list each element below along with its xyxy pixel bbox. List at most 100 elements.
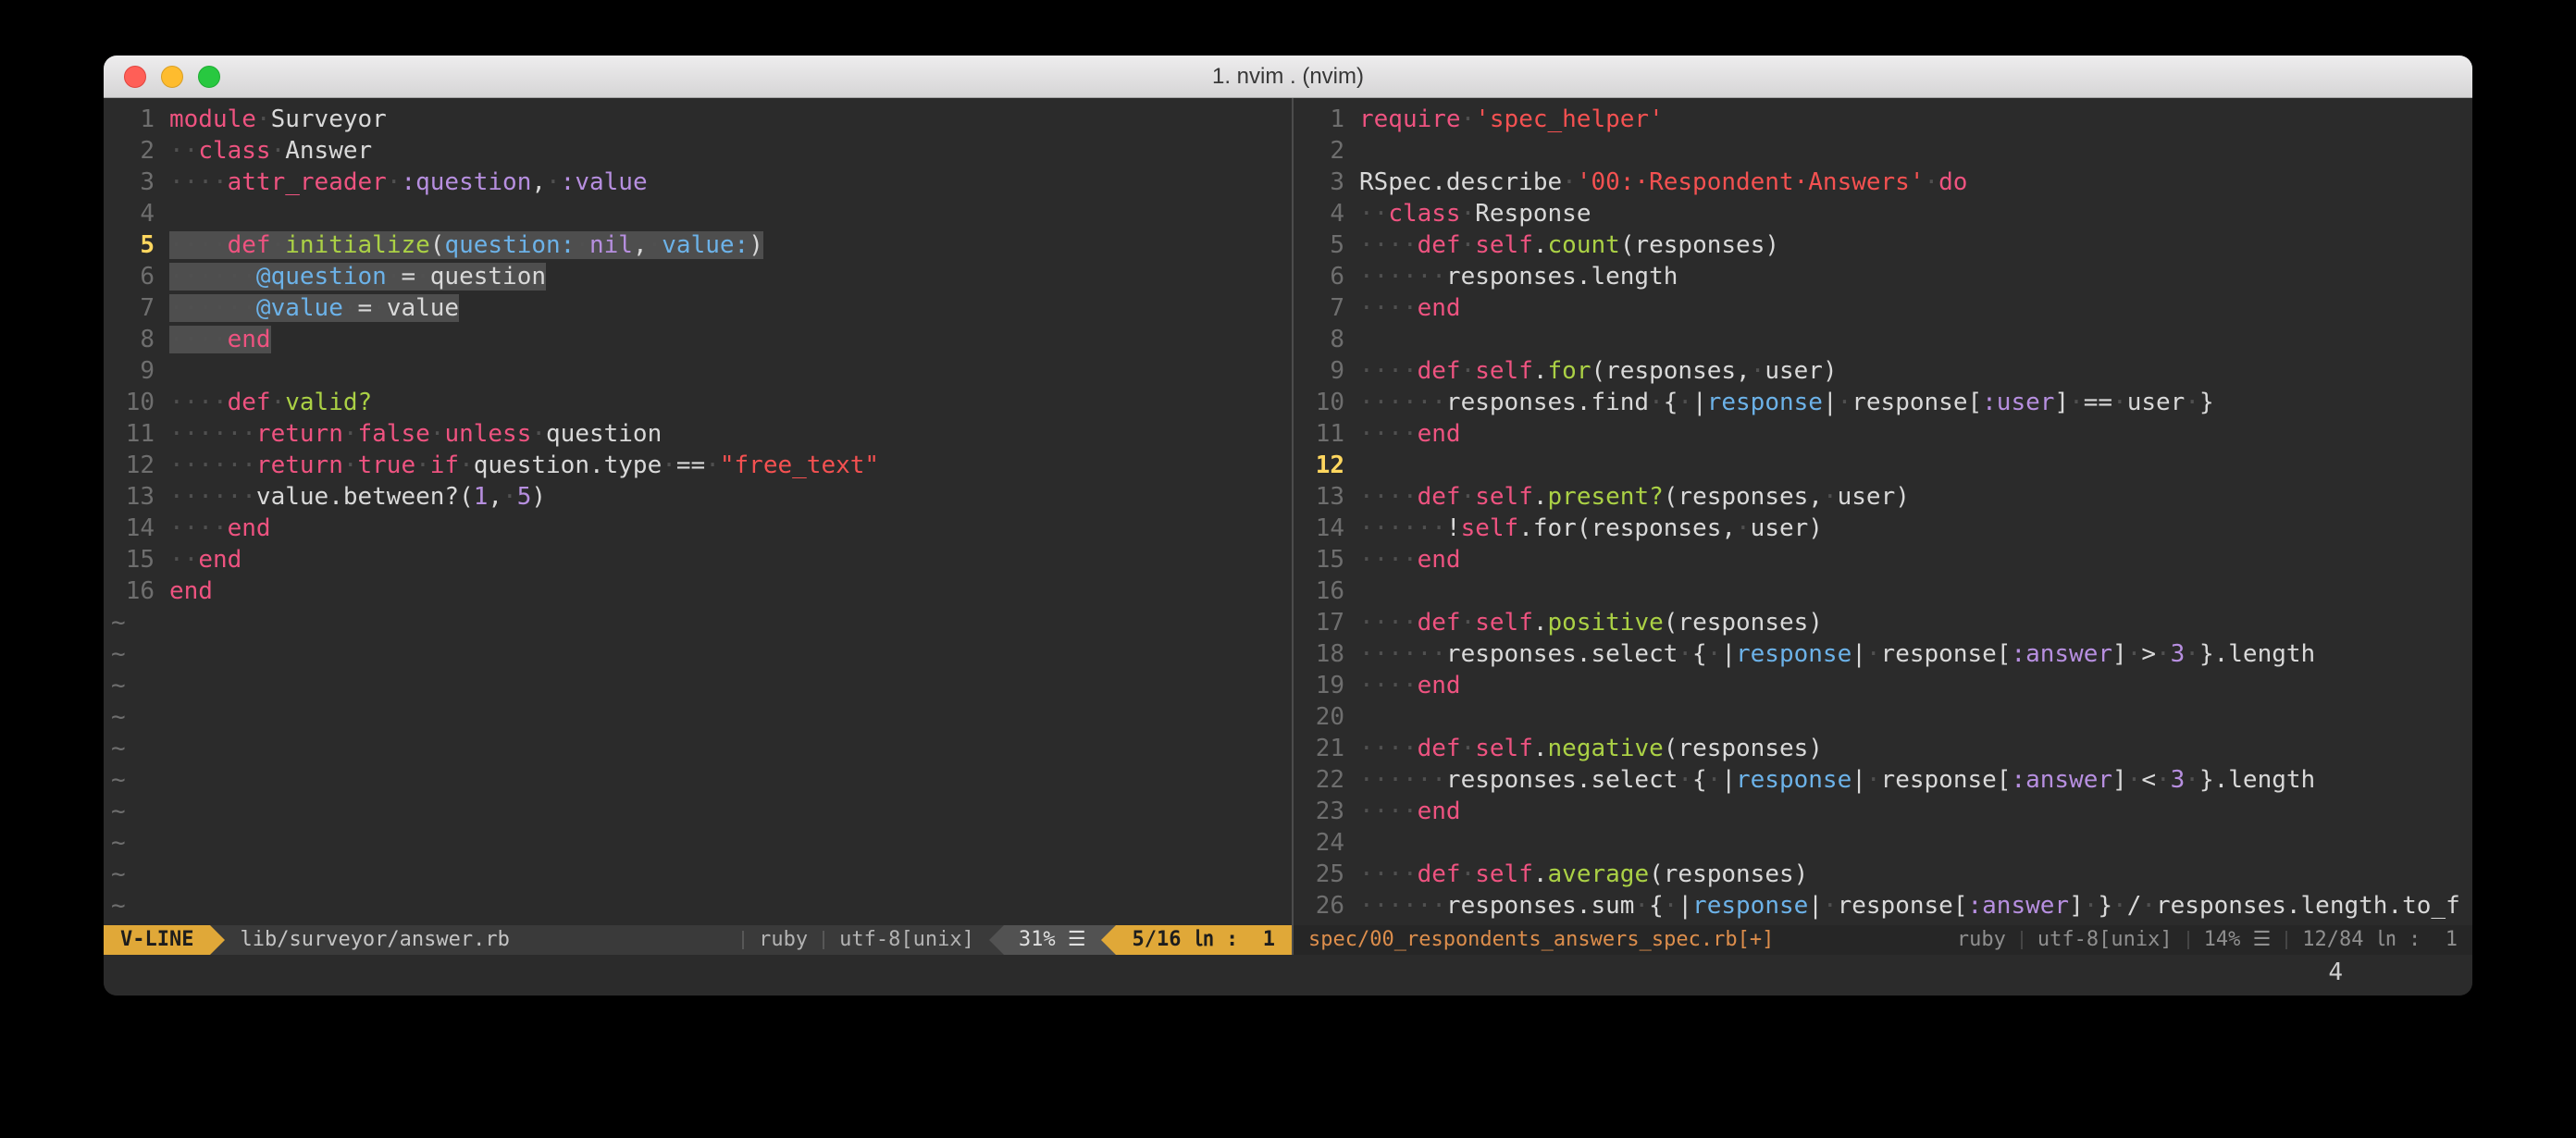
line-number: 14 [111, 513, 155, 544]
line-text: ··end [169, 546, 242, 574]
empty-line: ~ [111, 764, 1292, 796]
code-line[interactable]: 15 ··end [111, 544, 1292, 575]
code-line[interactable]: 7······@value·=·value [111, 292, 1292, 324]
code-line[interactable]: 2··class·Answer [111, 135, 1292, 167]
filetype: ruby [744, 925, 823, 955]
line-text: ····def·self.present?(responses,·user) [1359, 483, 1910, 511]
line-number: 7 [1301, 292, 1344, 324]
code-line[interactable]: 14······!self.for(responses,·user) [1301, 513, 2472, 544]
window-title: 1. nvim . (nvim) [1212, 64, 1364, 90]
close-button[interactable] [124, 66, 146, 88]
powerline-arrow-icon [1101, 925, 1116, 955]
line-number: 13 [111, 481, 155, 513]
code-line[interactable]: 6······responses.length [1301, 261, 2472, 292]
line-number: 3 [111, 167, 155, 198]
code-line[interactable]: 23····end [1301, 796, 2472, 827]
code-line[interactable]: 1require·'spec_helper' [1301, 104, 2472, 135]
command-line[interactable]: 4 [104, 955, 2472, 996]
line-number: 10 [1301, 387, 1344, 418]
code-line[interactable]: 13 ······value.between?(1,·5) [111, 481, 1292, 513]
line-number: 13 [1301, 481, 1344, 513]
line-text: RSpec.describe·'00:·Respondent·Answers'·… [1359, 168, 1967, 196]
pane-right[interactable]: 1require·'spec_helper'23RSpec.describe·'… [1292, 98, 2472, 955]
code-line[interactable]: 4··class·Response [1301, 198, 2472, 229]
code-line[interactable]: 4 [111, 198, 1292, 229]
empty-line: ~ [111, 733, 1292, 764]
line-number: 24 [1301, 827, 1344, 859]
scroll-percent: 14% ☰ [2189, 925, 2286, 955]
code-line[interactable]: 2 [1301, 135, 2472, 167]
cursor-position: 12/84 ㏑ : 1 [2287, 925, 2472, 955]
line-number: 5 [111, 229, 155, 261]
code-line[interactable]: 20 [1301, 701, 2472, 733]
code-line[interactable]: 5····def·self.count(responses) [1301, 229, 2472, 261]
code-line[interactable]: 8····end [111, 324, 1292, 355]
tilde-marker: ~ [111, 766, 126, 794]
code-line[interactable]: 9 [111, 355, 1292, 387]
line-text: ····end [169, 514, 271, 542]
code-line[interactable]: 17····def·self.positive(responses) [1301, 607, 2472, 638]
line-text: module·Surveyor [169, 105, 387, 133]
tilde-marker: ~ [111, 640, 126, 668]
powerline-arrow-icon [210, 925, 225, 955]
code-line[interactable]: 14 ····end [111, 513, 1292, 544]
line-number: 4 [111, 198, 155, 229]
code-line[interactable]: 1 module·Surveyor [111, 104, 1292, 135]
code-line[interactable]: 10······responses.find·{·|response|·resp… [1301, 387, 2472, 418]
line-text: ····end [1359, 294, 1461, 322]
code-line[interactable]: 8 [1301, 324, 2472, 355]
line-text: ····end [169, 326, 271, 353]
line-text: ····end [1359, 672, 1461, 699]
code-line[interactable]: 5····def·initialize(question:·nil,·value… [111, 229, 1292, 261]
code-line[interactable]: 6······@question·=·question [111, 261, 1292, 292]
line-number: 21 [1301, 733, 1344, 764]
tilde-marker: ~ [111, 860, 126, 888]
code-line[interactable]: 21····def·self.negative(responses) [1301, 733, 2472, 764]
code-line[interactable]: 11····end [1301, 418, 2472, 450]
code-line[interactable]: 3····attr_reader·:question,·:value [111, 167, 1292, 198]
code-line[interactable]: 16end [111, 575, 1292, 607]
line-number: 12 [111, 450, 155, 481]
pane-left[interactable]: 1 module·Surveyor2··class·Answer3····attr… [104, 98, 1292, 955]
line-number: 15 [111, 544, 155, 575]
code-line[interactable]: 19····end [1301, 670, 2472, 701]
code-line[interactable]: 22······responses.select·{·|response|·re… [1301, 764, 2472, 796]
code-line[interactable]: 16 [1301, 575, 2472, 607]
code-line[interactable]: 9····def·self.for(responses,·user) [1301, 355, 2472, 387]
tilde-marker: ~ [111, 798, 126, 825]
line-number: 20 [1301, 701, 1344, 733]
code-line[interactable]: 18······responses.select·{·|response|·re… [1301, 638, 2472, 670]
code-line[interactable]: 13 ····def·self.present?(responses,·user) [1301, 481, 2472, 513]
line-number: 4 [1301, 198, 1344, 229]
code-line[interactable]: 12······return·true·if·question.type·==·… [111, 450, 1292, 481]
line-number: 12 [1301, 450, 1344, 481]
code-line[interactable]: 26······responses.sum·{·|response|·respo… [1301, 890, 2472, 922]
titlebar[interactable]: 1. nvim . (nvim) [104, 56, 2472, 98]
powerline-arrow-icon [989, 925, 1004, 955]
code-area-right[interactable]: 1require·'spec_helper'23RSpec.describe·'… [1294, 98, 2472, 925]
filetype: ruby [1942, 925, 2021, 955]
line-text: ······!self.for(responses,·user) [1359, 514, 1823, 542]
tilde-marker: ~ [111, 735, 126, 762]
code-area-left[interactable]: 1 module·Surveyor2··class·Answer3····attr… [104, 98, 1292, 925]
line-text: ······value.between?(1,·5) [169, 483, 546, 511]
line-text: ····def·self.count(responses) [1359, 231, 1779, 259]
line-number: 18 [1301, 638, 1344, 670]
code-line[interactable]: 3RSpec.describe·'00:·Respondent·Answers'… [1301, 167, 2472, 198]
code-line[interactable]: 25····def·self.average(responses) [1301, 859, 2472, 890]
line-text: ····def·self.for(responses,·user) [1359, 357, 1838, 385]
code-line[interactable]: 15····end [1301, 544, 2472, 575]
minimize-button[interactable] [161, 66, 183, 88]
code-line[interactable]: 11······return·false·unless·question [111, 418, 1292, 450]
code-line[interactable]: 10····def·valid? [111, 387, 1292, 418]
nvim-editor: 1 module·Surveyor2··class·Answer3····attr… [104, 98, 2472, 996]
line-number: 17 [1301, 607, 1344, 638]
line-number: 1 [111, 104, 155, 135]
line-number: 15 [1301, 544, 1344, 575]
statusline-right: spec/00_respondents_answers_spec.rb[+] r… [1294, 925, 2472, 955]
code-line[interactable]: 24 [1301, 827, 2472, 859]
zoom-button[interactable] [198, 66, 220, 88]
line-text: ······responses.sum·{·|response|·respons… [1359, 892, 2460, 920]
code-line[interactable]: 7 ····end [1301, 292, 2472, 324]
code-line[interactable]: 12 [1301, 450, 2472, 481]
